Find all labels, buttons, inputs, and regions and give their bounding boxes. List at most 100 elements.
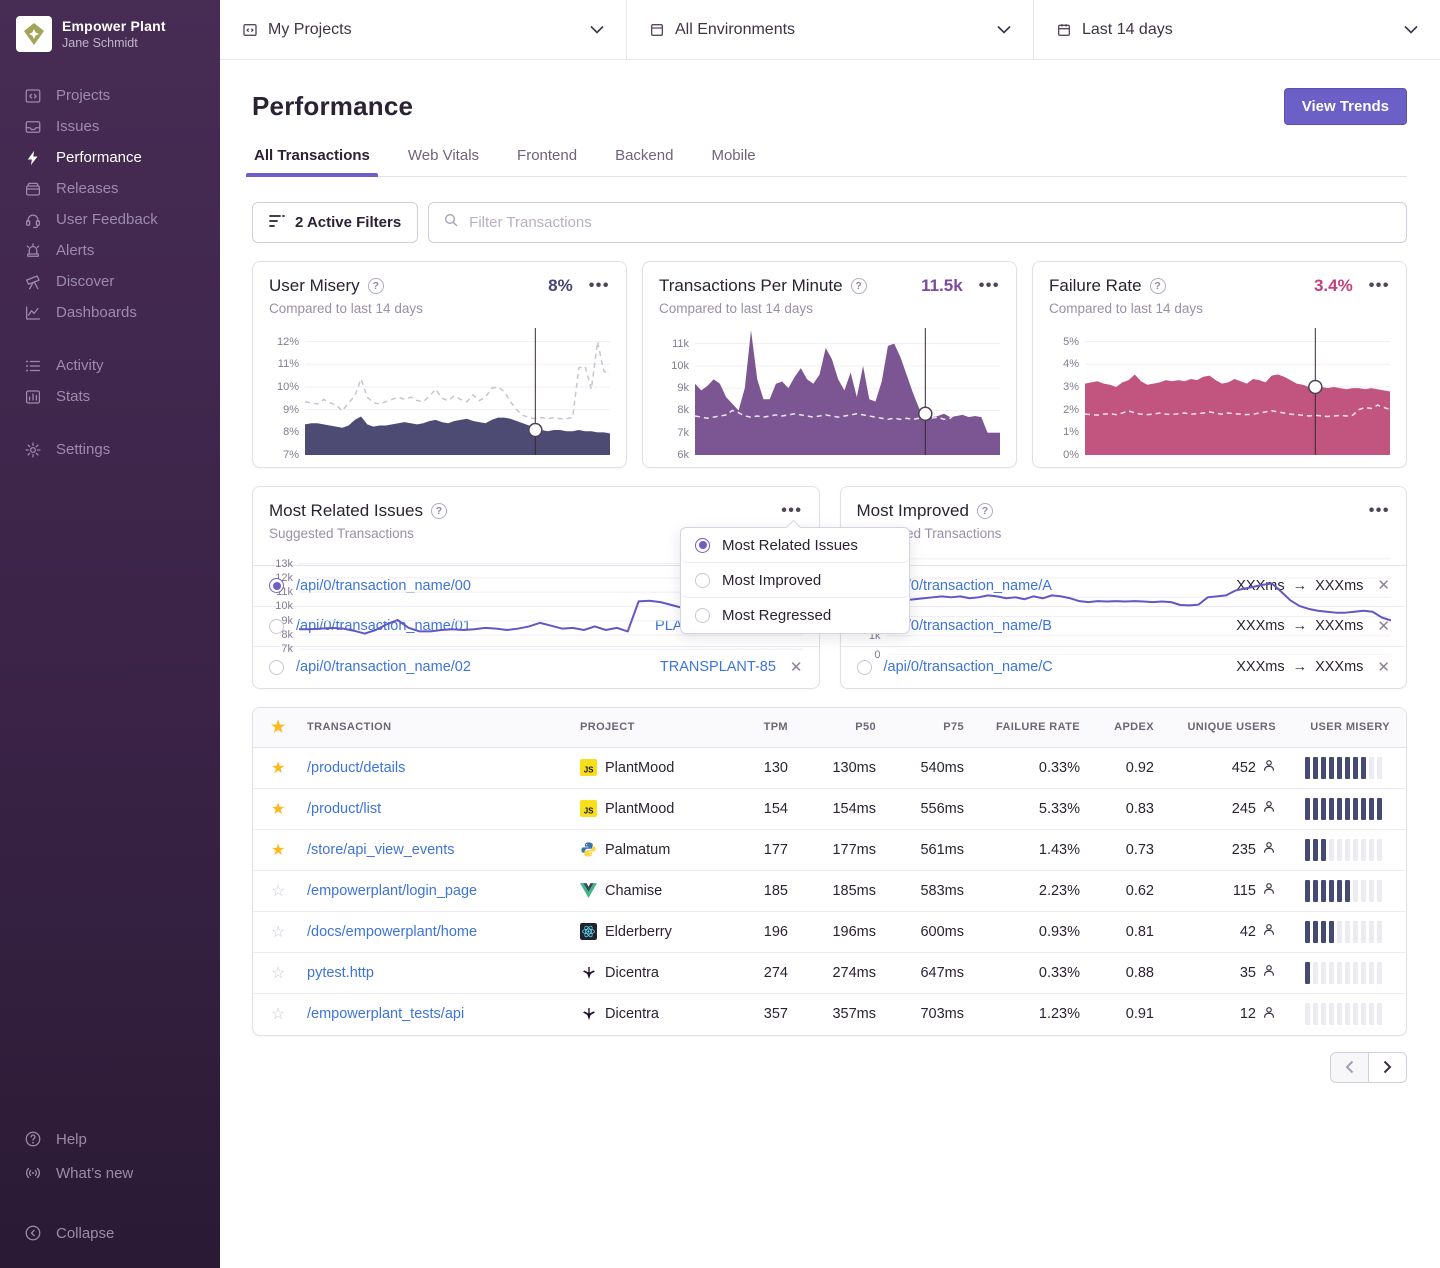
sidebar-item-performance[interactable]: Performance <box>0 142 220 173</box>
project-cell[interactable]: Dicentra <box>580 964 722 981</box>
help-icon[interactable]: ? <box>368 278 384 294</box>
sidebar-item-what-s-new[interactable]: What’s new <box>0 1156 220 1190</box>
sidebar-item-releases[interactable]: Releases <box>0 173 220 204</box>
project-cell[interactable]: Elderberry <box>580 923 722 940</box>
environment-selector[interactable]: All Environments <box>626 0 1033 59</box>
y-axis: 11k10k9k8k7k6k <box>659 328 695 455</box>
help-icon[interactable]: ? <box>1150 278 1166 294</box>
failure-rate-cell: 2.23% <box>972 883 1088 899</box>
row-radio[interactable] <box>269 660 284 675</box>
org-switcher[interactable]: Empower Plant Jane Schmidt <box>0 0 220 66</box>
dismiss-icon[interactable]: ✕ <box>790 660 803 675</box>
tab-all-transactions[interactable]: All Transactions <box>252 147 372 176</box>
help-icon[interactable]: ? <box>431 503 447 519</box>
dashboard-icon <box>24 304 42 322</box>
star-toggle[interactable]: ☆ <box>271 965 285 982</box>
col-user-misery[interactable]: USER MISERY <box>1284 721 1406 733</box>
transaction-link[interactable]: /product/details <box>307 760 405 776</box>
star-toggle[interactable]: ★ <box>271 801 285 818</box>
js-platform-icon: JS <box>580 800 597 817</box>
tab-web-vitals[interactable]: Web Vitals <box>406 147 481 176</box>
ellipsis-menu-icon[interactable]: ••• <box>581 276 610 296</box>
star-toggle[interactable]: ☆ <box>271 883 285 900</box>
table-row: ★/store/api_view_eventsPalmatum177177ms5… <box>253 830 1406 871</box>
radio-icon <box>695 608 710 623</box>
failure-rate-card: Failure Rate ? 3.4% ••• Compared to last… <box>1032 261 1407 468</box>
project-cell[interactable]: Palmatum <box>580 841 722 858</box>
sidebar-item-projects[interactable]: Projects <box>0 80 220 111</box>
active-filters-button[interactable]: 2 Active Filters <box>252 202 418 243</box>
project-cell[interactable]: Dicentra <box>580 1006 722 1023</box>
menu-item-most-improved[interactable]: Most Improved <box>681 563 909 598</box>
transaction-link[interactable]: /store/api_view_events <box>307 842 455 858</box>
next-page-button[interactable] <box>1368 1052 1407 1083</box>
page-content: Performance View Trends All Transactions… <box>220 60 1440 1268</box>
table-header: ★ TRANSACTION PROJECT TPM P50 P75 FAILUR… <box>253 708 1406 748</box>
sidebar-item-alerts[interactable]: Alerts <box>0 235 220 266</box>
previous-page-button[interactable] <box>1330 1052 1369 1083</box>
project-selector[interactable]: My Projects <box>220 0 626 59</box>
star-toggle[interactable]: ☆ <box>271 1006 285 1023</box>
sidebar-item-dashboards[interactable]: Dashboards <box>0 297 220 328</box>
user-icon <box>1262 1005 1276 1024</box>
most-improved-card: Most Improved ? ••• Suggested Transactio… <box>840 486 1408 689</box>
sidebar-item-stats[interactable]: Stats <box>0 381 220 412</box>
tab-backend[interactable]: Backend <box>613 147 675 176</box>
help-icon[interactable]: ? <box>977 503 993 519</box>
col-p75[interactable]: P75 <box>884 721 972 733</box>
org-name: Empower Plant <box>62 18 166 34</box>
plot-area <box>305 328 610 455</box>
ellipsis-menu-icon[interactable]: ••• <box>1361 276 1390 296</box>
ellipsis-menu-icon[interactable]: ••• <box>971 276 1000 296</box>
transaction-link[interactable]: /api/0/transaction_name/C <box>884 659 1053 675</box>
star-toggle[interactable]: ★ <box>271 760 285 777</box>
tab-mobile[interactable]: Mobile <box>709 147 757 176</box>
col-apdex[interactable]: APDEX <box>1088 721 1162 733</box>
help-icon[interactable]: ? <box>851 278 867 294</box>
transaction-link[interactable]: pytest.http <box>307 965 374 981</box>
transaction-link[interactable]: /docs/empowerplant/home <box>307 924 477 940</box>
col-failure-rate[interactable]: FAILURE RATE <box>972 721 1088 733</box>
react-platform-icon <box>580 923 597 940</box>
project-cell[interactable]: JSPlantMood <box>580 759 722 776</box>
transaction-link[interactable]: /empowerplant/login_page <box>307 883 477 899</box>
menu-item-most-regressed[interactable]: Most Regressed <box>681 598 909 633</box>
ellipsis-menu-icon[interactable]: ••• <box>773 501 802 521</box>
star-toggle[interactable]: ★ <box>271 842 285 859</box>
col-tpm[interactable]: TPM <box>730 721 796 733</box>
projects-icon <box>24 87 42 105</box>
row-radio[interactable] <box>269 619 284 634</box>
unique-users-cell: 12 <box>1170 1005 1276 1024</box>
apdex-cell: 0.83 <box>1088 801 1162 817</box>
ellipsis-menu-icon[interactable]: ••• <box>1361 501 1390 521</box>
issue-link[interactable]: TRANSPLANT-85 <box>660 659 776 675</box>
transaction-link[interactable]: /empowerplant_tests/api <box>307 1006 464 1022</box>
sidebar-item-user-feedback[interactable]: User Feedback <box>0 204 220 235</box>
sidebar-item-issues[interactable]: Issues <box>0 111 220 142</box>
sidebar-item-activity[interactable]: Activity <box>0 350 220 381</box>
transaction-link[interactable]: /api/0/transaction_name/02 <box>296 659 471 675</box>
row-radio[interactable] <box>857 660 872 675</box>
sidebar-item-settings[interactable]: Settings <box>0 434 220 465</box>
p50-cell: 357ms <box>796 1006 884 1022</box>
sidebar-item-discover[interactable]: Discover <box>0 266 220 297</box>
col-project[interactable]: PROJECT <box>572 721 730 733</box>
view-trends-button[interactable]: View Trends <box>1284 88 1407 125</box>
sidebar-item-collapse[interactable]: Collapse <box>0 1216 220 1250</box>
col-p50[interactable]: P50 <box>796 721 884 733</box>
star-toggle[interactable]: ☆ <box>271 924 285 941</box>
col-unique-users[interactable]: UNIQUE USERS <box>1162 721 1284 733</box>
search-input[interactable] <box>469 214 1392 231</box>
p75-cell: 556ms <box>884 801 972 817</box>
tab-frontend[interactable]: Frontend <box>515 147 579 176</box>
project-cell[interactable]: JSPlantMood <box>580 800 722 817</box>
transaction-link[interactable]: /product/list <box>307 801 381 817</box>
sidebar-item-help[interactable]: Help <box>0 1122 220 1156</box>
daterange-selector[interactable]: Last 14 days <box>1033 0 1440 59</box>
col-transaction[interactable]: TRANSACTION <box>299 721 572 733</box>
project-cell[interactable]: Chamise <box>580 882 722 899</box>
svg-text:JS: JS <box>584 807 594 816</box>
dismiss-icon[interactable]: ✕ <box>1377 660 1390 675</box>
menu-item-most-related-issues[interactable]: Most Related Issues <box>681 528 909 563</box>
user-misery-chart: 12%11%10%9%8%7% <box>269 328 610 455</box>
